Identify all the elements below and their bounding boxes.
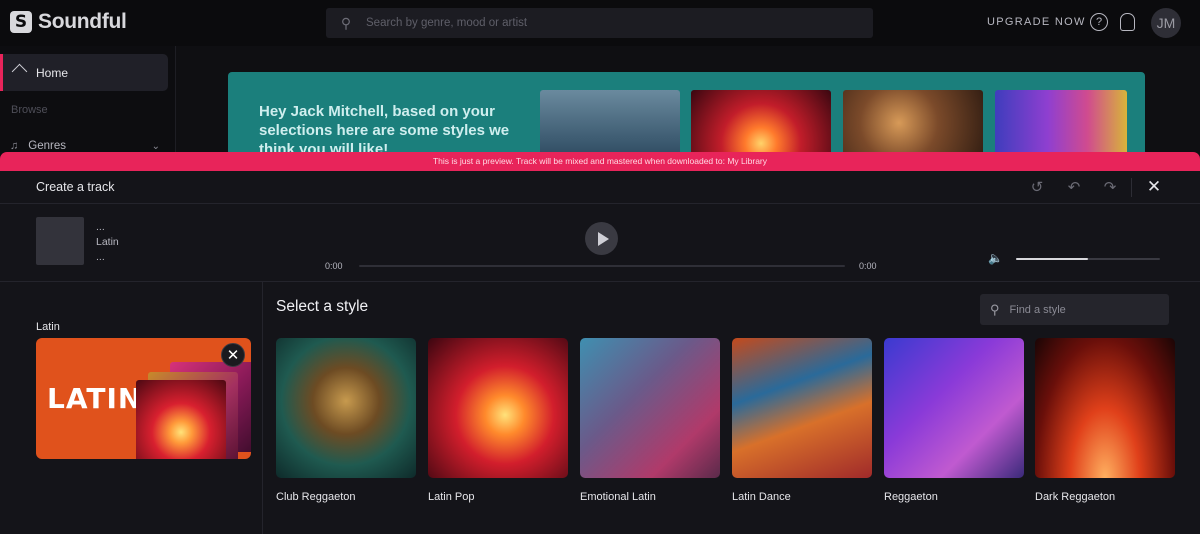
global-search-input[interactable] — [366, 17, 826, 29]
soundful-logo[interactable]: S Soundful — [10, 10, 127, 34]
upgrade-now-link[interactable]: UPGRADE NOW — [987, 16, 1086, 28]
style-card-label: Club Reggaeton — [276, 491, 356, 503]
logo-icon: S — [10, 11, 32, 33]
track-title: ... — [96, 221, 105, 233]
sidebar-item-genres[interactable]: ♫ Genres ⌄ — [10, 140, 160, 152]
header-divider — [1131, 178, 1132, 197]
style-card[interactable] — [1035, 338, 1175, 478]
panel-header: Create a track ↺ ↶ ↷ ✕ — [0, 171, 1200, 204]
latin-logo-text: LATIN — [47, 382, 143, 415]
style-card-label: Latin Pop — [428, 491, 475, 503]
redo-icon[interactable]: ↷ — [1099, 177, 1121, 197]
select-style-heading: Select a style — [276, 298, 369, 315]
track-meta: ... Latin ... — [96, 220, 119, 265]
find-style-search[interactable]: ⚲ — [980, 294, 1169, 325]
total-time: 0:00 — [859, 261, 877, 271]
volume-icon[interactable]: 🔈 — [988, 251, 1004, 265]
sidebar-item-label: Home — [36, 65, 69, 80]
track-subtitle: ... — [96, 251, 105, 263]
track-artwork — [36, 217, 84, 265]
style-card[interactable] — [276, 338, 416, 478]
style-artwork — [136, 380, 226, 459]
selected-style-label: Latin — [36, 321, 60, 333]
find-style-input[interactable] — [1009, 303, 1150, 316]
home-icon — [13, 66, 27, 79]
global-search-bar[interactable]: ⚲ — [326, 8, 873, 38]
notifications-bell-icon[interactable] — [1120, 13, 1135, 31]
undo-icon[interactable]: ↶ — [1063, 177, 1085, 197]
selected-style-card[interactable]: LATIN — [36, 338, 251, 459]
close-icon[interactable]: ✕ — [1143, 176, 1165, 198]
panel-title: Create a track — [36, 180, 115, 194]
style-card[interactable] — [884, 338, 1024, 478]
user-avatar[interactable]: JM — [1151, 8, 1181, 38]
remove-style-close-icon[interactable]: ✕ — [221, 343, 245, 367]
style-card-label: Reggaeton — [884, 491, 938, 503]
music-note-icon: ♫ — [10, 140, 19, 152]
style-card-label: Latin Dance — [732, 491, 791, 503]
preview-notice-banner: This is just a preview. Track will be mi… — [0, 152, 1200, 171]
playback-progress-bar[interactable] — [359, 265, 845, 267]
search-icon: ⚲ — [990, 301, 1000, 317]
volume-slider[interactable] — [1016, 258, 1160, 260]
help-icon[interactable]: ? — [1090, 13, 1108, 31]
track-genre: Latin — [96, 236, 119, 248]
style-card[interactable] — [428, 338, 568, 478]
search-icon: ⚲ — [340, 14, 352, 31]
style-card[interactable] — [732, 338, 872, 478]
track-player: ... Latin ... 0:00 0:00 🔈 — [0, 204, 1200, 282]
sidebar-item-label: Genres — [28, 140, 66, 152]
reset-icon[interactable]: ↺ — [1026, 177, 1048, 197]
recommendation-greeting: Hey Jack Mitchell, based on your selecti… — [259, 103, 510, 158]
style-card-label: Emotional Latin — [580, 491, 656, 503]
style-card-label: Dark Reggaeton — [1035, 491, 1116, 503]
sidebar-item-home[interactable]: Home — [0, 54, 168, 91]
browse-section-label: Browse — [11, 104, 48, 116]
volume-slider-fill — [1016, 258, 1088, 260]
style-card[interactable] — [580, 338, 720, 478]
play-button[interactable] — [585, 222, 618, 255]
current-time: 0:00 — [325, 261, 343, 271]
chevron-down-icon: ⌄ — [151, 140, 160, 152]
brand-name: Soundful — [38, 10, 127, 33]
top-bar: S Soundful ⚲ UPGRADE NOW ? JM — [0, 0, 1200, 46]
